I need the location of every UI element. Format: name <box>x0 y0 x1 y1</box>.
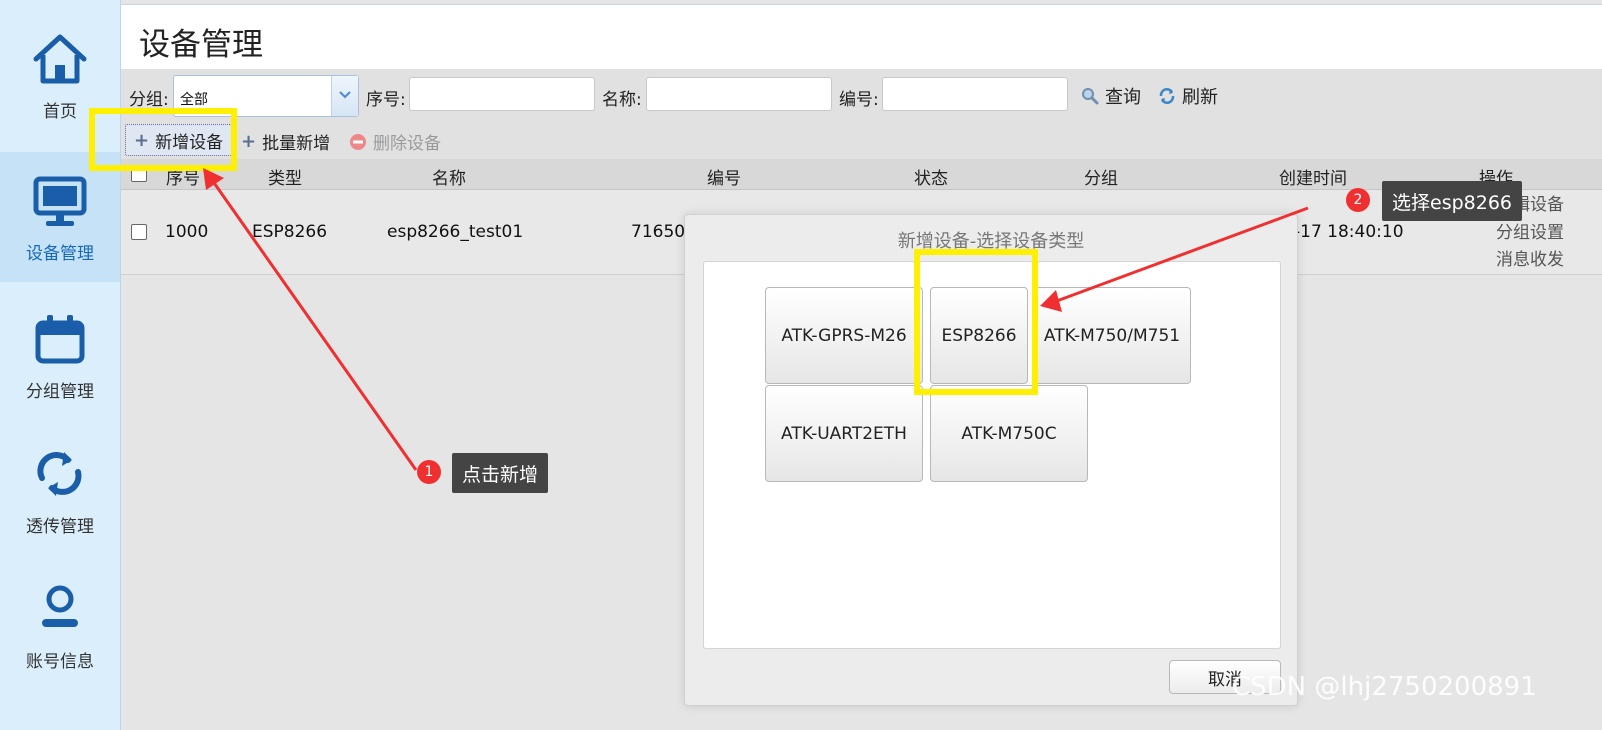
group-label: 分组: <box>129 90 169 110</box>
home-icon <box>33 34 87 83</box>
step-badge-1: 1 <box>417 460 441 484</box>
batch-add-button[interactable]: + 批量新增 <box>241 129 330 154</box>
column-header[interactable]: 创建时间 <box>1279 164 1347 189</box>
cell-created: -17 18:40:10 <box>1294 222 1404 242</box>
column-header[interactable]: 名称 <box>432 164 466 189</box>
type-atk-m750c-button[interactable]: ATK-M750C <box>930 385 1088 482</box>
sync-icon <box>37 451 82 496</box>
plus-icon: + <box>241 131 257 152</box>
user-icon <box>42 585 78 627</box>
page-title: 设备管理 <box>139 27 263 63</box>
table-header: 序号 类型 名称 编号 状态 分组 创建时间 操作 <box>121 159 1602 190</box>
sidebar-item-home[interactable]: 首页 <box>0 10 120 140</box>
calendar-icon <box>35 314 85 363</box>
search-bar: 分组: 全部 序号: 名称: 编号: 查询 刷新 <box>121 69 1602 121</box>
sidebar-item-label: 账号信息 <box>26 651 94 672</box>
message-link[interactable]: 消息收发 <box>1496 245 1564 270</box>
refresh-icon <box>1159 88 1175 104</box>
add-device-label: 新增设备 <box>155 132 224 153</box>
sidebar-item-label: 设备管理 <box>26 243 94 264</box>
type-esp8266-button[interactable]: ESP8266 <box>930 287 1028 384</box>
code-label: 编号: <box>839 90 879 110</box>
delete-device-button[interactable]: 删除设备 <box>349 129 441 154</box>
cell-type: ESP8266 <box>252 222 328 242</box>
refresh-label: 刷新 <box>1182 87 1218 108</box>
callout-step-2: 选择esp8266 <box>1382 181 1523 221</box>
step-badge-2: 2 <box>1346 188 1370 212</box>
column-header[interactable]: 分组 <box>1084 164 1118 189</box>
delete-device-label: 删除设备 <box>373 134 441 154</box>
toolbar: + 新增设备 + 批量新增 删除设备 <box>121 121 1602 159</box>
chevron-down-icon <box>339 91 351 99</box>
cell-serial: 1000 <box>165 222 209 242</box>
type-atk-m750-m751-button[interactable]: ATK-M750/M751 <box>1033 287 1191 384</box>
group-settings-link[interactable]: 分组设置 <box>1496 218 1564 243</box>
column-header[interactable]: 序号 <box>166 164 200 189</box>
sidebar-item-account[interactable]: 账号信息 <box>0 560 120 690</box>
type-atk-uart2eth-button[interactable]: ATK-UART2ETH <box>765 385 923 482</box>
group-select-value: 全部 <box>180 92 208 108</box>
select-device-type-dialog: 新增设备-选择设备类型 ATK-GPRS-M26 ESP8266 ATK-M75… <box>684 214 1298 706</box>
dropdown-button[interactable] <box>331 76 358 116</box>
query-button[interactable]: 查询 <box>1081 83 1141 109</box>
row-checkbox[interactable] <box>131 224 147 240</box>
query-label: 查询 <box>1105 87 1141 108</box>
callout-step-1: 点击新增 <box>452 453 549 493</box>
column-header[interactable]: 编号 <box>707 164 741 189</box>
title-bar: 设备管理 <box>121 4 1602 69</box>
type-atk-gprs-m26-button[interactable]: ATK-GPRS-M26 <box>765 287 923 384</box>
plus-icon: + <box>134 129 150 151</box>
sidebar-item-devices[interactable]: 设备管理 <box>0 152 120 282</box>
search-icon <box>1082 88 1099 105</box>
minus-circle-icon <box>350 133 366 150</box>
sidebar-item-label: 首页 <box>43 101 77 122</box>
name-input[interactable] <box>646 77 832 111</box>
batch-add-label: 批量新增 <box>262 134 331 154</box>
serial-input[interactable] <box>409 77 595 111</box>
column-header[interactable]: 状态 <box>914 164 948 189</box>
refresh-button[interactable]: 刷新 <box>1158 83 1218 109</box>
sidebar-item-label: 透传管理 <box>26 516 94 537</box>
dialog-title: 新增设备-选择设备类型 <box>897 231 1085 252</box>
code-input[interactable] <box>882 77 1068 111</box>
select-all-checkbox[interactable] <box>131 166 147 182</box>
dialog-body: ATK-GPRS-M26 ESP8266 ATK-M750/M751 ATK-U… <box>703 261 1281 649</box>
sidebar: 首页 设备管理 分组管理 透传管理 账号信息 <box>0 0 121 730</box>
monitor-icon <box>33 176 87 226</box>
name-label: 名称: <box>602 90 642 110</box>
add-device-button[interactable]: + 新增设备 <box>125 124 233 156</box>
sidebar-item-transparent[interactable]: 透传管理 <box>0 425 120 555</box>
sidebar-item-label: 分组管理 <box>26 381 94 402</box>
sidebar-item-groups[interactable]: 分组管理 <box>0 290 120 420</box>
cell-name: esp8266_test01 <box>387 222 524 242</box>
group-select[interactable]: 全部 <box>173 75 359 117</box>
column-header[interactable]: 类型 <box>268 164 302 189</box>
watermark: CSDN @lhj2750200891 <box>1232 672 1537 702</box>
serial-label: 序号: <box>366 90 406 110</box>
